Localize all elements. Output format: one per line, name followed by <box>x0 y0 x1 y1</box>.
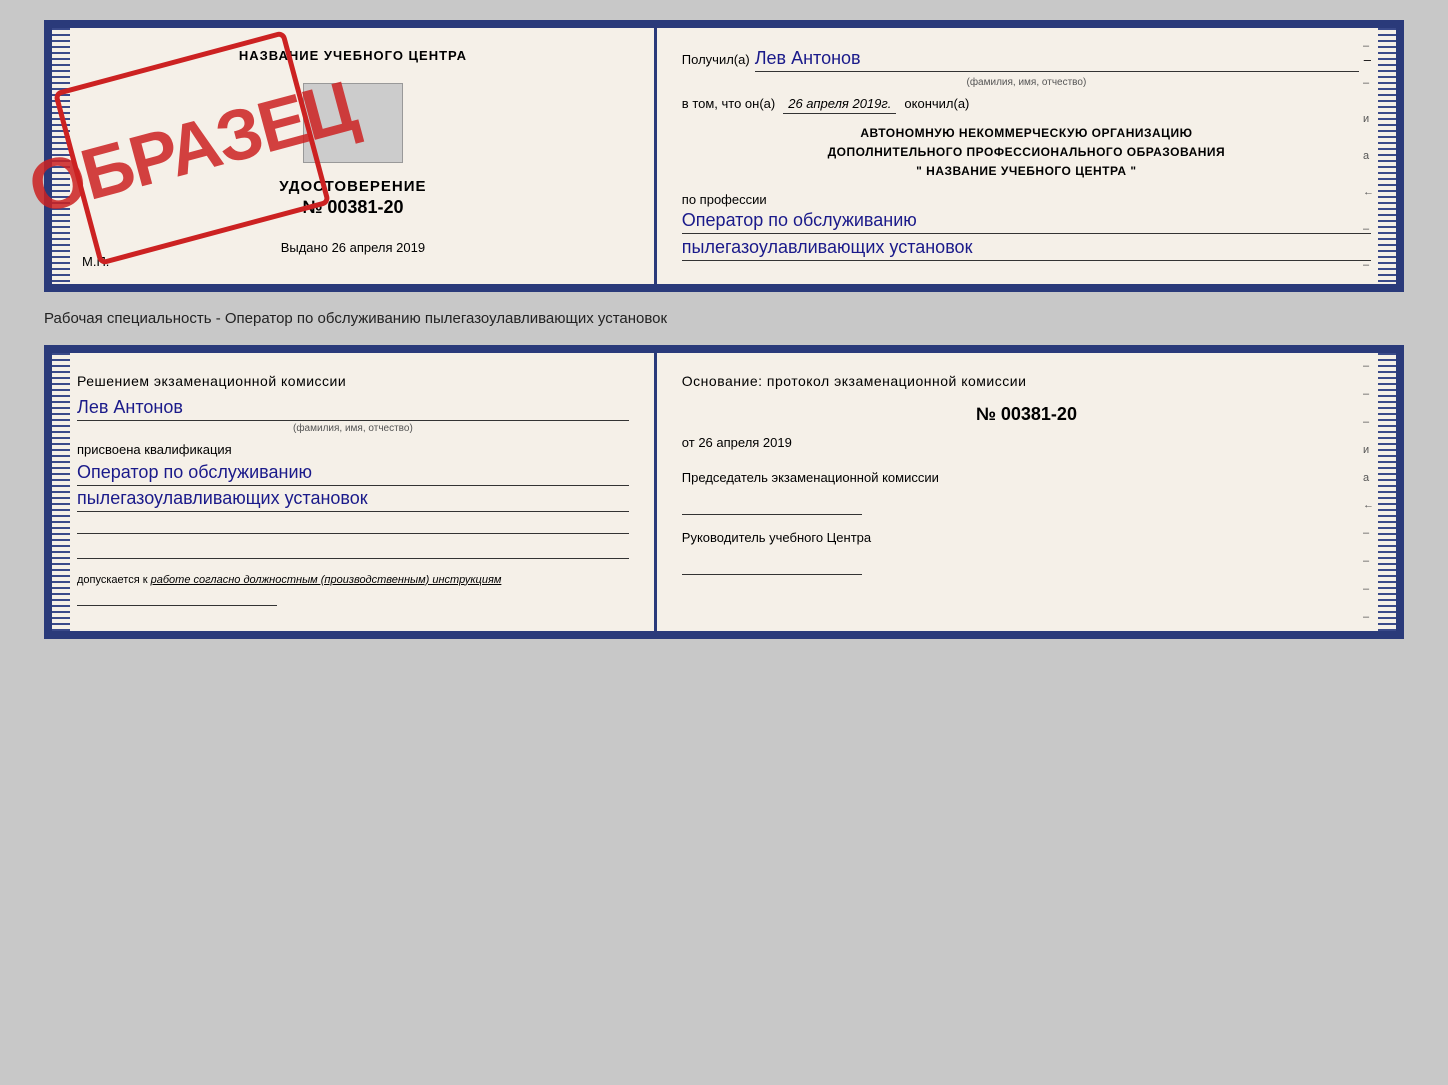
qual-right-side-markers: – – – и а ← – – – – <box>1363 353 1374 631</box>
vtom-date: 26 апреля 2019г. <box>783 96 896 114</box>
between-text: Рабочая специальность - Оператор по обсл… <box>44 302 1404 335</box>
qual-marker-3: – <box>1363 416 1374 428</box>
decision-text: Решением экзаменационной комиссии <box>77 373 629 389</box>
dopusk-text: работе согласно должностным (производств… <box>151 574 502 586</box>
rukovoditel-block: Руководитель учебного Центра <box>682 530 1371 575</box>
predsedatel-label: Председатель экзаменационной комиссии <box>682 470 1371 485</box>
blank-line-1 <box>77 514 629 534</box>
spine-decoration-right <box>1378 28 1396 284</box>
cert-date-issued: Выдано 26 апреля 2019 <box>281 240 425 255</box>
qual-left-panel: Решением экзаменационной комиссии Лев Ан… <box>52 353 657 631</box>
ot-date: 26 апреля 2019 <box>698 435 792 450</box>
marker-4: а <box>1363 150 1374 162</box>
prisvoena-label: присвоена квалификация <box>77 442 629 457</box>
qual-marker-5: а <box>1363 472 1374 484</box>
received-name: Лев Антонов <box>755 48 1359 72</box>
predsedatel-signature-line <box>682 490 862 515</box>
qual-marker-7: – <box>1363 527 1374 539</box>
rukovoditel-signature-line <box>682 550 862 575</box>
vtom-label: в том, что он(а) <box>682 96 775 111</box>
qual-spine-right <box>1378 353 1396 631</box>
qualification-book: Решением экзаменационной комиссии Лев Ан… <box>44 345 1404 639</box>
qual-fio-label: (фамилия, имя, отчество) <box>77 423 629 434</box>
vtom-line: в том, что он(а) 26 апреля 2019г. окончи… <box>682 96 1371 114</box>
qual-name: Лев Антонов <box>77 397 629 421</box>
blank-line-2 <box>77 539 629 559</box>
dopuskaetsya-block: допускается к работе согласно должностны… <box>77 574 629 586</box>
marker-1: – <box>1363 40 1374 52</box>
qual-line1: Оператор по обслуживанию <box>77 462 629 486</box>
right-side-markers: – – и а ← – – <box>1363 28 1374 284</box>
ot-prefix: от <box>682 435 695 450</box>
certificate-book: НАЗВАНИЕ УЧЕБНОГО ЦЕНТРА ОБРАЗЕЦ УДОСТОВ… <box>44 20 1404 292</box>
org-block: АВТОНОМНУЮ НЕКОММЕРЧЕСКУЮ ОРГАНИЗАЦИЮ ДО… <box>682 124 1371 182</box>
received-label: Получил(а) <box>682 52 750 67</box>
qual-marker-4: и <box>1363 444 1374 456</box>
protocol-number: № 00381-20 <box>682 404 1371 425</box>
po-professii-label: по профессии <box>682 192 1371 207</box>
predsedatel-block: Председатель экзаменационной комиссии <box>682 470 1371 515</box>
marker-6: – <box>1363 223 1374 235</box>
marker-3: и <box>1363 113 1374 125</box>
qual-right-panel: Основание: протокол экзаменационной коми… <box>657 353 1396 631</box>
qual-marker-2: – <box>1363 388 1374 400</box>
received-line: Получил(а) Лев Антонов – <box>682 48 1371 72</box>
org-line2: ДОПОЛНИТЕЛЬНОГО ПРОФЕССИОНАЛЬНОГО ОБРАЗО… <box>682 143 1371 162</box>
cert-left-panel: НАЗВАНИЕ УЧЕБНОГО ЦЕНТРА ОБРАЗЕЦ УДОСТОВ… <box>52 28 657 284</box>
qual-marker-9: – <box>1363 583 1374 595</box>
profession-line2: пылегазоулавливающих установок <box>682 237 1371 261</box>
qual-marker-1: – <box>1363 360 1374 372</box>
marker-2: – <box>1363 77 1374 89</box>
document-container: НАЗВАНИЕ УЧЕБНОГО ЦЕНТРА ОБРАЗЕЦ УДОСТОВ… <box>44 20 1404 639</box>
obrazets-stamp: ОБРАЗЕЦ <box>53 30 331 266</box>
marker-7: – <box>1363 259 1374 271</box>
blank-line-3 <box>77 586 277 606</box>
qual-marker-6: ← <box>1363 499 1374 511</box>
qual-line2: пылегазоулавливающих установок <box>77 488 629 512</box>
profession-line1: Оператор по обслуживанию <box>682 210 1371 234</box>
qual-marker-10: – <box>1363 611 1374 623</box>
fio-label-cert: (фамилия, имя, отчество) <box>682 77 1371 88</box>
org-line1: АВТОНОМНУЮ НЕКОММЕРЧЕСКУЮ ОРГАНИЗАЦИЮ <box>682 124 1371 143</box>
marker-5: ← <box>1363 186 1374 198</box>
rukovoditel-label: Руководитель учебного Центра <box>682 530 1371 545</box>
vydano-label: Выдано <box>281 240 328 255</box>
osnov-text: Основание: протокол экзаменационной коми… <box>682 373 1371 389</box>
ot-date-block: от 26 апреля 2019 <box>682 435 1371 450</box>
okonchil-label: окончил(а) <box>904 96 969 111</box>
dopusk-label: допускается к <box>77 574 148 586</box>
cert-right-panel: Получил(а) Лев Антонов – (фамилия, имя, … <box>657 28 1396 284</box>
vydano-date: 26 апреля 2019 <box>332 240 426 255</box>
org-line3: " НАЗВАНИЕ УЧЕБНОГО ЦЕНТРА " <box>682 162 1371 181</box>
stamp-text: ОБРАЗЕЦ <box>22 70 362 226</box>
qual-marker-8: – <box>1363 555 1374 567</box>
